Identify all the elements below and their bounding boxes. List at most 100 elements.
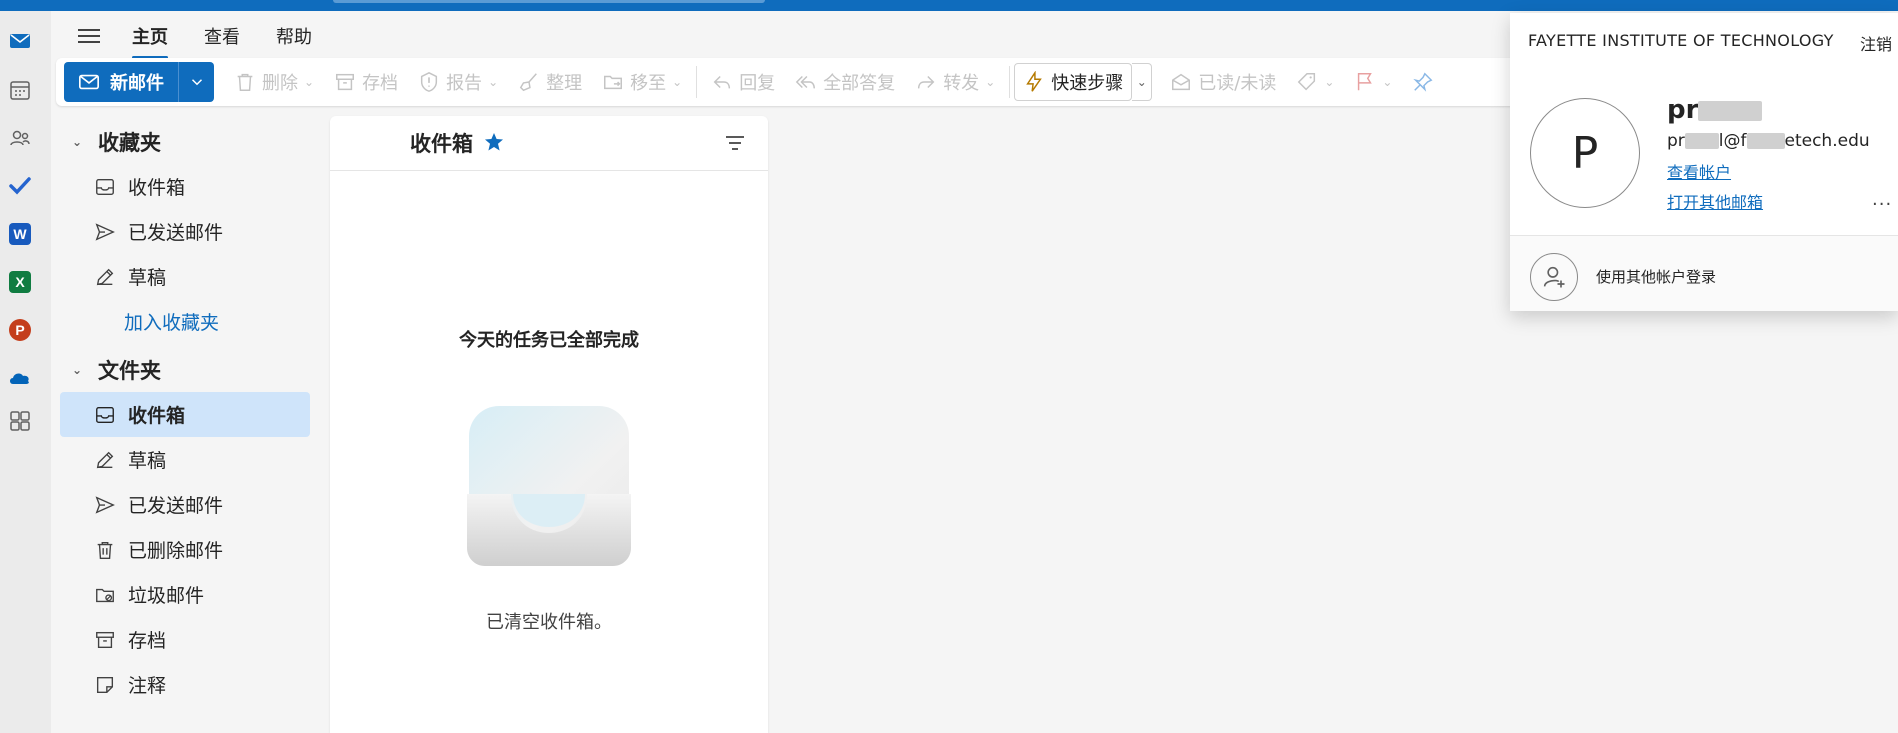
user-name-visible: pr [1667, 95, 1699, 125]
organization-name: FAYETTE INSTITUTE OF TECHNOLOGY [1528, 31, 1834, 50]
user-name: pr [1667, 95, 1763, 125]
reply-button[interactable]: 回复 [701, 62, 785, 102]
redaction-mask [1698, 100, 1763, 121]
user-email: pr l@f etech.edu [1667, 131, 1870, 151]
new-mail-split-button: 新邮件 [64, 62, 214, 102]
folder-item-inbox[interactable]: 收件箱 [60, 392, 310, 437]
empty-state-title: 今天的任务已全部完成 [459, 330, 639, 351]
shield-alert-icon [420, 72, 438, 92]
pin-icon [1413, 72, 1433, 92]
account-flyout: FAYETTE INSTITUTE OF TECHNOLOGY 注销 P pr … [1510, 13, 1898, 311]
chevron-down-icon: ⌄ [985, 75, 996, 89]
people-icon[interactable] [8, 126, 32, 150]
sign-in-other-row[interactable]: 使用其他帐户登录 [1510, 236, 1898, 311]
archive-icon [96, 631, 114, 648]
folder-item-label: 收件箱 [128, 405, 186, 427]
app-rail: W X P [0, 11, 51, 733]
search-box-edge[interactable] [333, 0, 765, 3]
favorite-item-sent[interactable]: 已发送邮件 [60, 209, 310, 254]
sign-out-link[interactable]: 注销 [1860, 31, 1892, 55]
folder-item-notes[interactable]: 注释 [60, 662, 310, 707]
reply-all-button[interactable]: 全部答复 [785, 62, 905, 102]
top-bar [0, 0, 1898, 11]
ribbon-divider [1009, 66, 1011, 98]
mail-icon[interactable] [8, 29, 32, 53]
send-icon [95, 222, 115, 241]
sweep-button[interactable]: 整理 [508, 62, 592, 102]
folder-item-label: 草稿 [128, 450, 167, 472]
tab-view[interactable]: 查看 [204, 17, 240, 55]
email-part: l@f [1718, 131, 1747, 151]
read-unread-label: 已读/未读 [1198, 73, 1277, 94]
note-icon [96, 676, 114, 693]
filter-icon[interactable] [724, 134, 746, 152]
excel-icon[interactable]: X [8, 270, 32, 294]
star-icon[interactable] [482, 130, 506, 154]
forward-button[interactable]: 转发 ⌄ [905, 62, 1005, 102]
folder-item-label: 垃圾邮件 [128, 585, 205, 607]
folder-item-drafts[interactable]: 草稿 [60, 437, 310, 482]
open-other-mailbox-link[interactable]: 打开其他邮箱 [1667, 189, 1763, 213]
favorite-item-inbox[interactable]: 收件箱 [60, 164, 310, 209]
new-mail-label: 新邮件 [110, 73, 164, 94]
new-mail-button[interactable]: 新邮件 [64, 62, 178, 102]
delete-button[interactable]: 删除 ⌄ [224, 62, 324, 102]
chevron-down-icon: ⌄ [72, 135, 83, 149]
favorite-item-drafts[interactable]: 草稿 [60, 254, 310, 299]
favorites-header-label: 收藏夹 [98, 131, 161, 155]
folders-header-label: 文件夹 [98, 359, 161, 383]
reply-all-icon [795, 75, 816, 89]
read-unread-button[interactable]: 已读/未读 [1160, 62, 1286, 102]
message-list-header: 收件箱 [330, 116, 768, 171]
empty-inbox-tray-icon [467, 406, 631, 566]
broom-icon [519, 73, 538, 92]
quick-steps-button[interactable]: 快速步骤 [1014, 63, 1133, 101]
chevron-down-icon: ⌄ [72, 363, 83, 377]
pin-button[interactable] [1402, 62, 1444, 102]
word-icon[interactable]: W [8, 222, 32, 246]
lightning-icon [1026, 71, 1043, 92]
add-favorite-link[interactable]: 加入收藏夹 [60, 299, 310, 344]
chevron-down-icon [191, 79, 202, 86]
folder-item-junk[interactable]: 垃圾邮件 [60, 572, 310, 617]
todo-icon[interactable] [8, 174, 32, 198]
avatar: P [1530, 98, 1640, 208]
ribbon-toolbar: 新邮件 删除 ⌄ 存档 报告 ⌄ 整理 移至 ⌄ 回复 全部答复 转发 ⌄ 快速… [56, 58, 1516, 106]
hamburger-menu-icon[interactable] [78, 27, 102, 45]
menu-tabs: 主页 查看 帮助 [51, 11, 348, 61]
folder-item-label: 已删除邮件 [128, 540, 224, 562]
report-label: 报告 [446, 73, 483, 94]
powerpoint-icon[interactable]: P [8, 318, 32, 342]
forward-label: 转发 [943, 73, 980, 94]
inbox-icon [96, 406, 114, 423]
redaction-mask [1684, 133, 1719, 149]
calendar-icon[interactable] [8, 78, 32, 102]
folder-item-deleted[interactable]: 已删除邮件 [60, 527, 310, 572]
tab-home[interactable]: 主页 [132, 17, 168, 59]
apps-icon[interactable] [8, 409, 32, 433]
favorites-header[interactable]: ⌄ 收藏夹 [60, 120, 310, 164]
email-part: pr [1667, 131, 1685, 151]
chevron-down-icon: ⌄ [672, 75, 683, 89]
onedrive-icon[interactable] [8, 366, 32, 390]
flag-button[interactable]: ⌄ [1344, 62, 1402, 102]
archive-button[interactable]: 存档 [324, 62, 408, 102]
redaction-mask [1746, 133, 1785, 149]
folder-item-archive[interactable]: 存档 [60, 617, 310, 662]
new-mail-dropdown-button[interactable] [178, 62, 214, 102]
favorite-item-label: 草稿 [128, 267, 167, 289]
more-options-button[interactable]: ... [1872, 189, 1892, 210]
folders-header[interactable]: ⌄ 文件夹 [60, 348, 310, 392]
inbox-icon [96, 178, 114, 195]
view-account-link[interactable]: 查看帐户 [1667, 159, 1731, 183]
move-to-button[interactable]: 移至 ⌄ [592, 62, 692, 102]
email-part: etech.edu [1784, 131, 1870, 151]
quick-steps-dropdown[interactable]: ⌄ [1132, 63, 1153, 101]
folder-item-sent[interactable]: 已发送邮件 [60, 482, 310, 527]
report-button[interactable]: 报告 ⌄ [408, 62, 508, 102]
archive-label: 存档 [362, 73, 399, 94]
junk-folder-icon [96, 588, 114, 602]
trash-icon [97, 541, 113, 559]
categorize-button[interactable]: ⌄ [1286, 62, 1344, 102]
tab-help[interactable]: 帮助 [276, 17, 312, 55]
